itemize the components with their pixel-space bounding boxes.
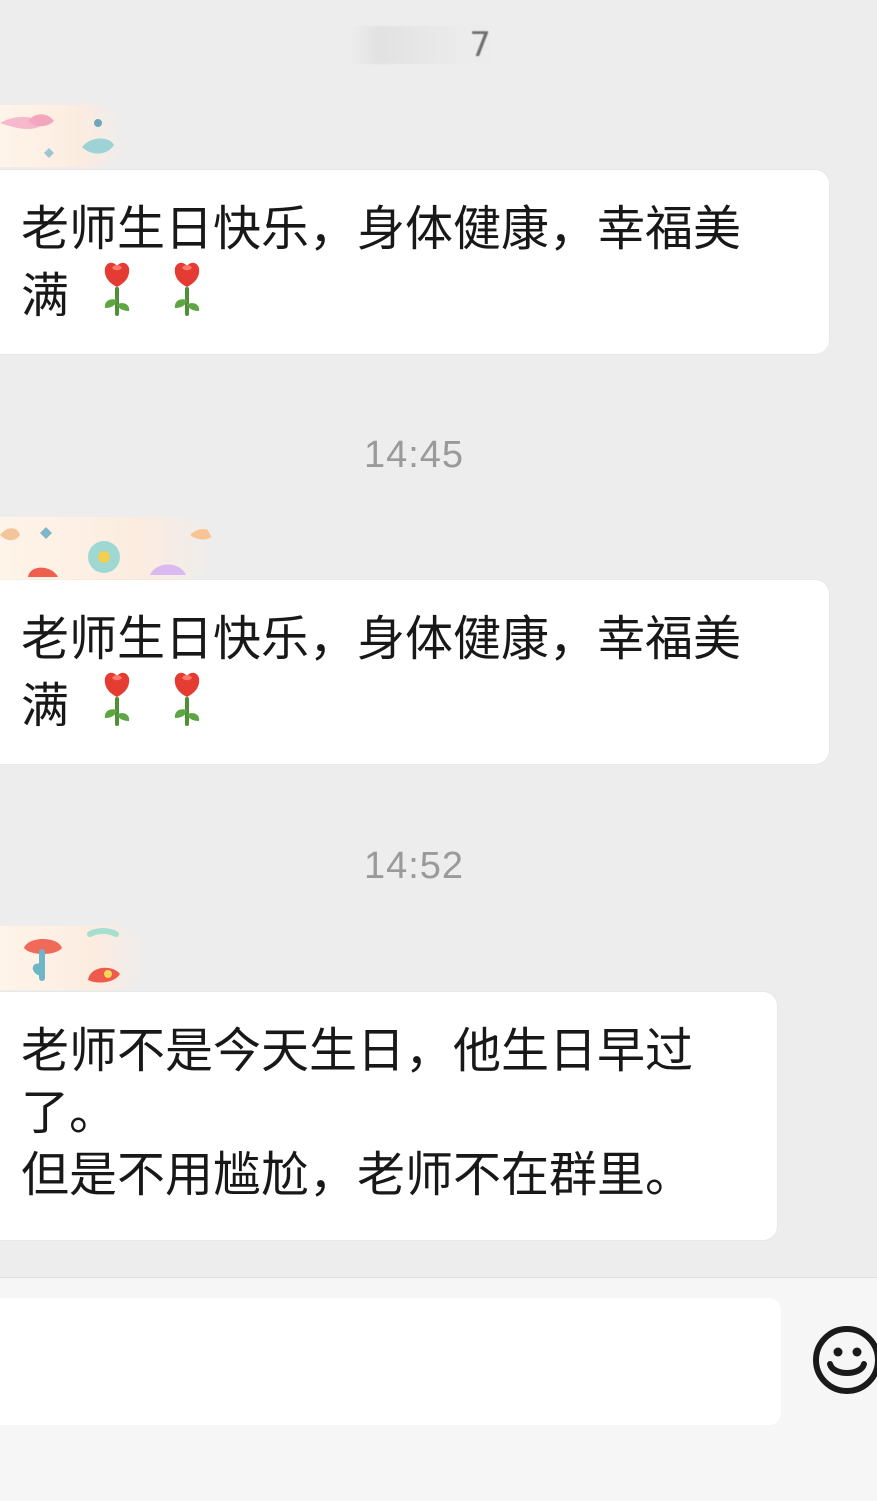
message-line: 老师生日快乐，身体健康，幸福美 [21,611,742,667]
avatar-decoration-1 [0,105,124,167]
timestamp: 14:52 [363,845,465,887]
chat-header-fragment: 7 [352,25,492,65]
message-line: 了。 [21,1085,118,1141]
message-input[interactable] [0,1298,781,1425]
emoji-button[interactable] [810,1323,877,1397]
message-line-text: 满 [21,678,70,734]
message-line: 老师生日快乐，身体健康，幸福美 [21,201,742,257]
message-line: 满 [21,260,803,327]
rose-icon [96,260,138,318]
avatar-decoration-3 [0,926,146,990]
message-line: 满 [21,670,803,737]
message-line-text: 满 [21,268,70,324]
rose-icon [166,260,208,318]
timestamp: 14:45 [363,434,465,476]
chat-header-fragment-text: 7 [469,25,492,65]
message-line: 但是不用尴尬，老师不在群里。 [21,1147,694,1203]
message-line: 老师不是今天生日，他生日早过 [21,1023,694,1079]
smiley-face-icon [810,1323,877,1397]
rose-icon [96,670,138,728]
avatar-decoration-2 [0,517,214,582]
message-bubble-3[interactable]: 老师不是今天生日，他生日早过 了。 但是不用尴尬，老师不在群里。 [0,992,777,1240]
rose-icon [166,670,208,728]
message-bubble-1[interactable]: 老师生日快乐，身体健康，幸福美 满 [0,170,829,354]
message-bubble-2[interactable]: 老师生日快乐，身体健康，幸福美 满 [0,580,829,764]
